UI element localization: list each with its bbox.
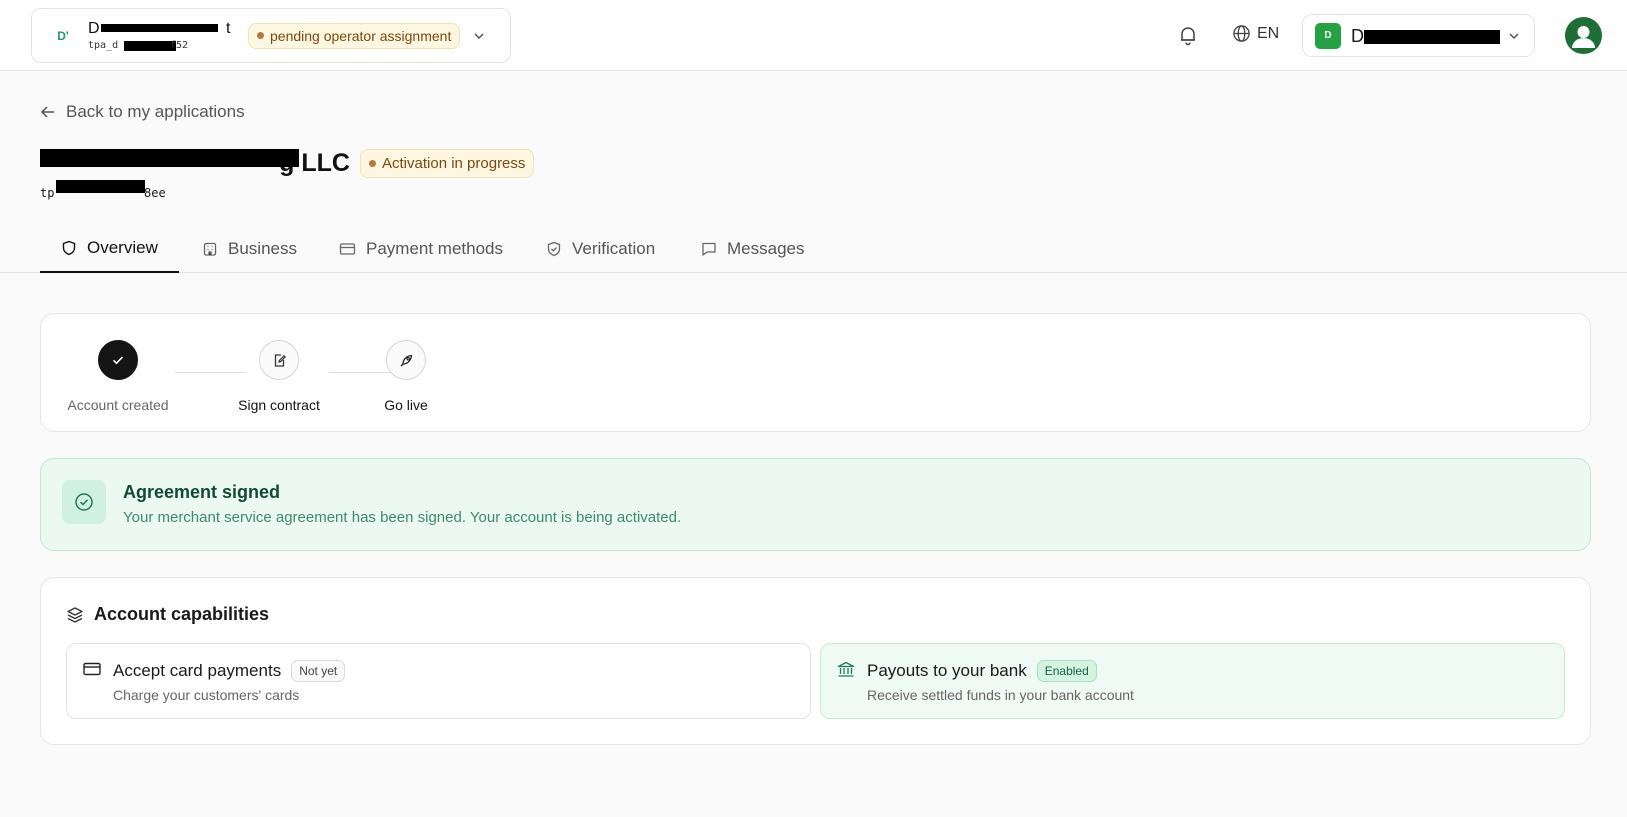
signed-icon-box [62,480,106,524]
org-name-start: D [88,19,100,37]
status-badge: Not yet [291,660,346,682]
tab-overview[interactable]: Overview [40,224,179,273]
document-edit-icon [274,353,286,367]
language-selector[interactable]: EN [1232,24,1279,43]
tab-business[interactable]: Business [202,224,297,273]
org-id: tpa_d f52 [88,39,238,53]
step-label: Go live [384,397,428,413]
org-name-end: t [226,19,231,37]
account-capabilities: Account capabilities Accept card payment… [40,577,1591,745]
arrow-left-icon [40,106,54,118]
globe-icon [1233,25,1250,42]
redaction [124,40,176,51]
org-status-label: pending operator assignment [270,27,452,44]
rocket-icon [400,354,412,366]
org-logo: D' [57,28,69,43]
agreement-text: Your merchant service agreement has been… [123,509,682,526]
redaction [101,23,218,32]
card-icon [339,242,356,255]
chevron-down-icon [1509,32,1519,39]
capability-name: Accept card payments Not yet [113,660,346,682]
org-switcher[interactable]: D' D t tpa_d f52 pending operator assign… [31,8,511,63]
status-dot [369,159,376,167]
language-label: EN [1257,24,1280,42]
account-name: D [1351,24,1501,48]
step-go-live: Go live [379,340,433,413]
card-icon [83,662,101,676]
step-account-created: Account created [65,340,171,413]
shield-check-icon [547,241,561,256]
check-icon [112,356,124,365]
tab-label: Messages [727,238,805,258]
step-circle [259,340,299,380]
capability-payouts: Payouts to your bank Enabled Receive set… [820,643,1565,719]
capability-desc: Receive settled funds in your bank accou… [867,687,1134,703]
bell-icon[interactable] [1177,24,1199,46]
step-label: Sign contract [238,397,320,413]
tab-label: Business [228,238,297,258]
back-link[interactable]: Back to my applications [40,102,245,122]
company-status-label: Activation in progress [382,154,526,172]
company-status-badge: Activation in progress [360,148,535,178]
capabilities-title: Account capabilities [66,604,269,625]
status-badge: Enabled [1036,660,1097,682]
org-id-end: f52 [170,39,189,51]
tab-label: Overview [87,237,158,257]
capability-name: Payouts to your bank Enabled [867,660,1097,682]
org-name: D t [88,19,238,39]
account-logo: D [1315,22,1341,49]
back-link-label: Back to my applications [66,102,245,121]
redaction [1364,29,1500,44]
top-bar: D' D t tpa_d f52 pending operator assign… [0,0,1627,71]
avatar[interactable] [1565,17,1602,54]
redaction [40,149,299,167]
building-icon [203,242,217,256]
capabilities-title-label: Account capabilities [94,604,270,624]
agreement-title: Agreement signed [123,482,281,502]
company-id-end: 8ee [144,186,166,200]
bank-icon [837,661,855,677]
capability-name-label: Payouts to your bank [867,661,1027,680]
message-icon [702,242,716,256]
check-circle-icon [75,493,93,511]
step-sign-contract: Sign contract [235,340,323,413]
company-id-start: tp [40,186,55,200]
tab-label: Verification [572,238,656,258]
shield-icon [62,240,76,255]
company-header: g LLC Activation in progress [40,148,535,178]
tab-payment-methods[interactable]: Payment methods [339,224,503,273]
org-info: D t tpa_d f52 [88,19,238,53]
step-label: Account created [67,397,169,413]
account-name-start: D [1351,25,1364,46]
capability-card-payments: Accept card payments Not yet Charge your… [66,643,811,719]
tab-label: Payment methods [366,238,504,258]
chevron-down-icon [474,32,484,39]
company-name: g LLC [40,148,350,178]
tab-verification[interactable]: Verification [546,224,655,273]
agreement-signed-banner: Agreement signed Your merchant service a… [40,458,1591,551]
tab-bar: Overview Business Payment methods Verifi… [0,224,1627,273]
capability-name-label: Accept card payments [113,661,282,680]
company-id: tp 8ee [40,180,170,202]
org-id-start: tpa_d [88,39,119,51]
org-status-badge: pending operator assignment [248,22,461,49]
account-switcher[interactable]: D D [1302,14,1535,57]
step-circle [98,340,138,380]
redaction [56,180,145,193]
tab-messages[interactable]: Messages [701,224,804,273]
step-circle [386,340,426,380]
status-dot [257,32,264,39]
onboarding-steps: Account created Sign contract Go live [40,313,1591,432]
layers-icon [67,606,83,623]
capability-desc: Charge your customers' cards [113,687,300,703]
user-icon [1572,26,1595,48]
